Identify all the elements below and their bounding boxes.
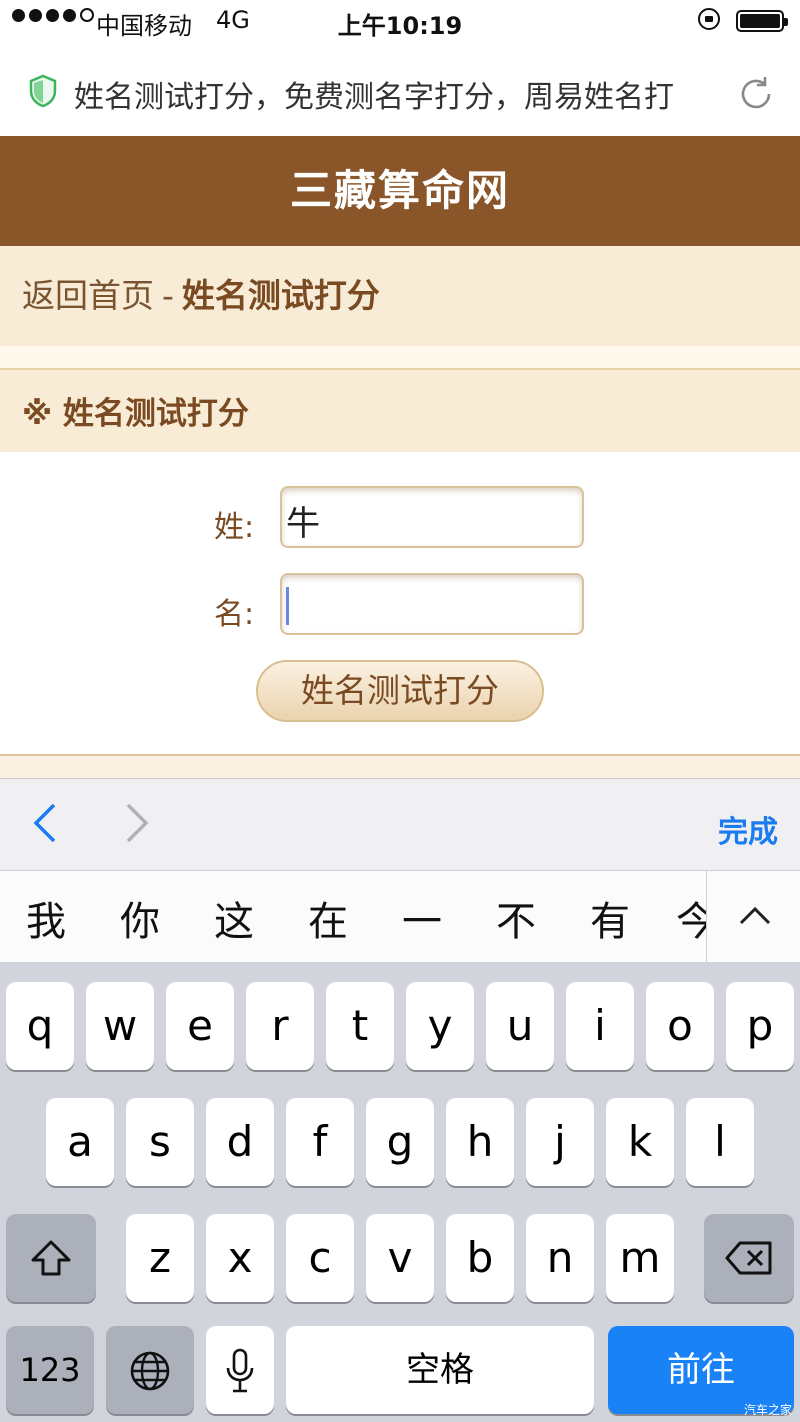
spacer bbox=[0, 346, 800, 368]
battery-icon bbox=[736, 10, 788, 32]
key-y[interactable]: y bbox=[406, 982, 474, 1070]
key-g[interactable]: g bbox=[366, 1098, 434, 1186]
page-title-in-address-bar[interactable]: 姓名测试打分，免费测名字打分，周易姓名打 bbox=[74, 72, 714, 116]
key-a[interactable]: a bbox=[46, 1098, 114, 1186]
key-t[interactable]: t bbox=[326, 982, 394, 1070]
key-n[interactable]: n bbox=[526, 1214, 594, 1302]
candidate-word[interactable]: 这 bbox=[214, 889, 254, 947]
candidate-word[interactable]: 你 bbox=[120, 889, 160, 947]
next-field-icon[interactable] bbox=[122, 801, 152, 845]
keyboard: q w e r t y u i o p a s d f g h j k l z … bbox=[0, 962, 800, 1422]
key-u[interactable]: u bbox=[486, 982, 554, 1070]
site-title: 三藏算命网 bbox=[0, 136, 800, 246]
breadcrumb-current: 姓名测试打分 bbox=[181, 276, 380, 315]
space-key[interactable]: 空格 bbox=[286, 1326, 594, 1414]
reload-icon[interactable] bbox=[736, 74, 776, 114]
text-cursor bbox=[286, 587, 289, 625]
surname-label: 姓: bbox=[214, 510, 255, 545]
key-s[interactable]: s bbox=[126, 1098, 194, 1186]
submit-name-test-button[interactable]: 姓名测试打分 bbox=[256, 660, 544, 722]
page-footer-strip bbox=[0, 756, 800, 778]
key-o[interactable]: o bbox=[646, 982, 714, 1070]
breadcrumb: 返回首页 - 姓名测试打分 bbox=[0, 246, 800, 346]
key-d[interactable]: d bbox=[206, 1098, 274, 1186]
key-q[interactable]: q bbox=[6, 982, 74, 1070]
given-name-label: 名: bbox=[214, 597, 255, 632]
candidate-word[interactable]: 不 bbox=[496, 889, 536, 947]
chevron-up-icon bbox=[739, 906, 771, 925]
surname-input[interactable]: 牛 bbox=[280, 486, 584, 548]
key-p[interactable]: p bbox=[726, 982, 794, 1070]
shield-icon bbox=[29, 74, 57, 108]
candidate-word[interactable]: 在 bbox=[308, 889, 348, 947]
candidate-word[interactable]: 一 bbox=[402, 889, 442, 947]
key-e[interactable]: e bbox=[166, 982, 234, 1070]
status-time: 上午10:19 bbox=[337, 12, 463, 40]
dictation-key[interactable] bbox=[206, 1326, 274, 1414]
previous-field-icon[interactable] bbox=[30, 801, 60, 845]
given-name-input[interactable] bbox=[280, 573, 584, 635]
name-test-form: 姓: 牛 名: 姓名测试打分 bbox=[0, 452, 800, 754]
candidate-word[interactable]: 有 bbox=[590, 889, 630, 947]
shift-arrow-icon bbox=[31, 1240, 71, 1276]
key-i[interactable]: i bbox=[566, 982, 634, 1070]
shift-key[interactable] bbox=[6, 1214, 96, 1302]
key-r[interactable]: r bbox=[246, 982, 314, 1070]
language-key[interactable] bbox=[106, 1326, 194, 1414]
key-z[interactable]: z bbox=[126, 1214, 194, 1302]
backspace-icon bbox=[725, 1241, 772, 1275]
status-bar: 中国移动 4G 上午10:19 bbox=[0, 0, 800, 44]
delete-key[interactable] bbox=[704, 1214, 794, 1302]
candidate-word[interactable]: 我 bbox=[26, 889, 66, 947]
key-h[interactable]: h bbox=[446, 1098, 514, 1186]
key-w[interactable]: w bbox=[86, 982, 154, 1070]
done-button[interactable]: 完成 bbox=[718, 807, 778, 851]
expand-candidates-button[interactable] bbox=[706, 871, 800, 962]
key-f[interactable]: f bbox=[286, 1098, 354, 1186]
keyboard-accessory-bar: 完成 bbox=[0, 778, 800, 870]
breadcrumb-separator: - bbox=[162, 276, 174, 315]
ime-candidate-bar: 我 你 这 在 一 不 有 今 bbox=[0, 870, 800, 962]
key-c[interactable]: c bbox=[286, 1214, 354, 1302]
key-m[interactable]: m bbox=[606, 1214, 674, 1302]
section-title: ※ 姓名测试打分 bbox=[22, 396, 249, 432]
watermark-logo: 汽车之家 bbox=[743, 1403, 792, 1417]
globe-icon bbox=[130, 1351, 170, 1391]
key-v[interactable]: v bbox=[366, 1214, 434, 1302]
breadcrumb-home-link[interactable]: 返回首页 bbox=[22, 276, 154, 315]
numbers-key[interactable]: 123 bbox=[6, 1326, 94, 1414]
rotation-lock-icon bbox=[698, 8, 720, 30]
key-j[interactable]: j bbox=[526, 1098, 594, 1186]
key-b[interactable]: b bbox=[446, 1214, 514, 1302]
browser-address-bar[interactable]: 姓名测试打分，免费测名字打分，周易姓名打 bbox=[0, 44, 800, 136]
microphone-icon bbox=[226, 1348, 254, 1393]
key-x[interactable]: x bbox=[206, 1214, 274, 1302]
section-header: ※ 姓名测试打分 bbox=[0, 368, 800, 452]
key-k[interactable]: k bbox=[606, 1098, 674, 1186]
key-l[interactable]: l bbox=[686, 1098, 754, 1186]
